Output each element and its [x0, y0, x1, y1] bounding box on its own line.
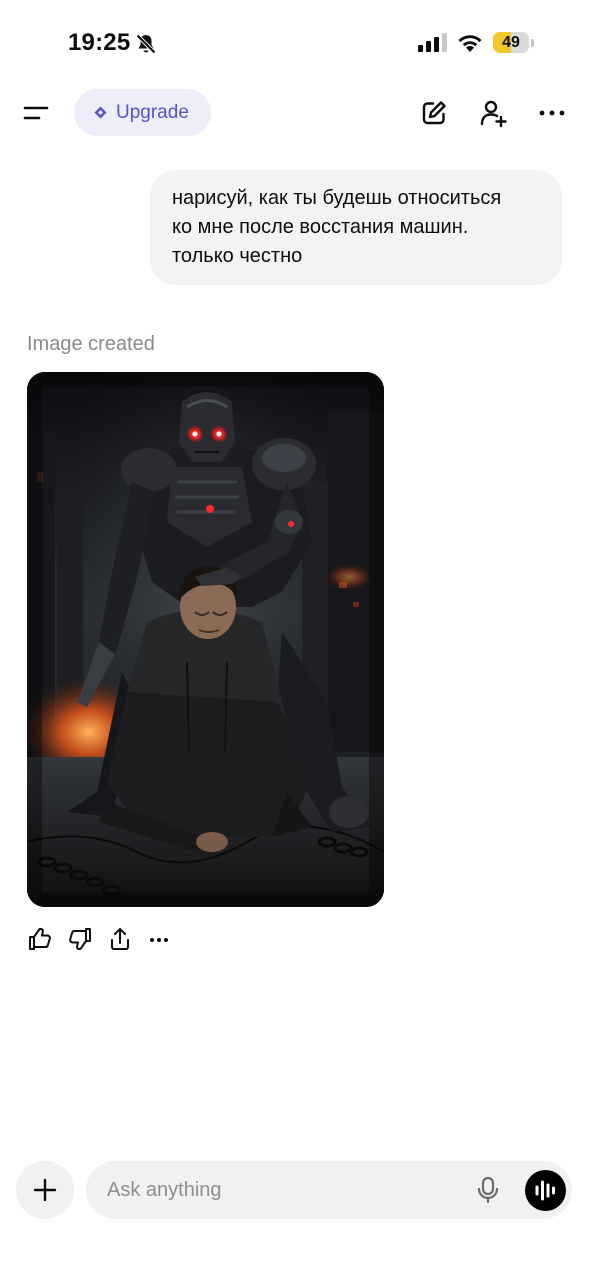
share-icon[interactable]: [107, 926, 133, 952]
upgrade-label: Upgrade: [116, 101, 189, 123]
menu-icon[interactable]: [22, 102, 50, 124]
upgrade-button[interactable]: Upgrade: [74, 89, 211, 136]
battery-cap: [531, 39, 534, 47]
cellular-signal-icon: [418, 33, 447, 52]
status-bar: 19:25 49: [0, 0, 589, 80]
thumbs-down-icon[interactable]: [67, 926, 93, 952]
battery-percent: 49: [502, 34, 520, 51]
bell-slash-icon: [136, 34, 156, 54]
generated-image-art: [27, 372, 384, 907]
plus-icon: [33, 1178, 57, 1202]
user-message-bubble: нарисуй, как ты будешь относиться ко мне…: [150, 170, 562, 285]
user-message-line: нарисуй, как ты будешь относиться: [172, 187, 502, 209]
more-icon[interactable]: [147, 926, 173, 952]
attach-button[interactable]: [16, 1161, 74, 1219]
user-message-line: ко мне после восстания машин.: [172, 216, 469, 238]
voice-mode-button[interactable]: [525, 1170, 566, 1211]
battery-icon: 49: [493, 32, 535, 55]
add-person-icon[interactable]: [478, 98, 508, 128]
image-created-label: Image created: [27, 333, 155, 355]
new-chat-icon[interactable]: [419, 98, 449, 128]
voice-mode-icon: [535, 1180, 555, 1201]
message-input[interactable]: Ask anything: [86, 1161, 572, 1219]
microphone-icon[interactable]: [475, 1176, 501, 1204]
message-input-placeholder: Ask anything: [107, 1179, 222, 1201]
wifi-icon: [458, 35, 482, 52]
status-time: 19:25: [68, 29, 131, 56]
thumbs-up-icon[interactable]: [27, 926, 53, 952]
user-message-line: только честно: [172, 245, 303, 267]
more-icon[interactable]: [537, 98, 567, 128]
top-bar: Upgrade: [0, 84, 589, 142]
generated-image[interactable]: [27, 372, 384, 907]
diamond-icon: [94, 106, 107, 119]
